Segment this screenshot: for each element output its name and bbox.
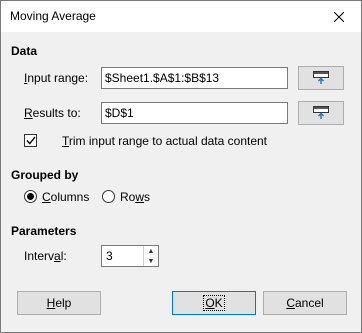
input-range-field[interactable]: $Sheet1.$A$1:$B$13 bbox=[101, 67, 288, 89]
shrink-icon bbox=[313, 106, 329, 119]
input-range-shrink-button[interactable] bbox=[298, 66, 344, 90]
interval-spin-arrows: ▲ ▼ bbox=[143, 246, 158, 266]
help-button[interactable]: Help bbox=[17, 291, 101, 315]
trim-checkbox[interactable] bbox=[24, 134, 37, 147]
parameters-heading: Parameters bbox=[11, 224, 77, 238]
window-title: Moving Average bbox=[10, 9, 96, 23]
input-range-label: Input range: bbox=[24, 71, 89, 85]
rows-radio[interactable] bbox=[102, 190, 115, 203]
moving-average-dialog: Moving Average Data Input range: $Sheet1… bbox=[0, 0, 362, 333]
cancel-button[interactable]: Cancel bbox=[263, 291, 347, 315]
radio-selected-dot bbox=[27, 193, 34, 200]
data-heading: Data bbox=[11, 44, 38, 58]
close-button[interactable] bbox=[316, 1, 361, 32]
interval-value: 3 bbox=[106, 249, 113, 263]
results-to-shrink-button[interactable] bbox=[298, 101, 344, 125]
ok-button[interactable]: OK bbox=[172, 291, 256, 315]
grouped-by-heading: Grouped by bbox=[11, 168, 79, 182]
results-to-label: Results to: bbox=[24, 106, 81, 120]
shrink-icon bbox=[313, 71, 329, 84]
interval-spinbox[interactable]: 3 ▲ ▼ bbox=[101, 245, 159, 267]
rows-label: Rows bbox=[120, 190, 151, 204]
title-bar: Moving Average bbox=[1, 1, 361, 32]
columns-radio[interactable] bbox=[24, 190, 37, 203]
spin-up-icon[interactable]: ▲ bbox=[144, 246, 158, 256]
interval-label: Interval: bbox=[24, 249, 67, 263]
close-icon bbox=[333, 11, 344, 22]
results-to-field[interactable]: $D$1 bbox=[101, 102, 288, 124]
spin-down-icon[interactable]: ▼ bbox=[144, 256, 158, 266]
columns-label: Columns bbox=[42, 190, 90, 204]
trim-label: Trim input range to actual data content bbox=[62, 134, 268, 148]
checkmark-icon bbox=[25, 136, 36, 145]
